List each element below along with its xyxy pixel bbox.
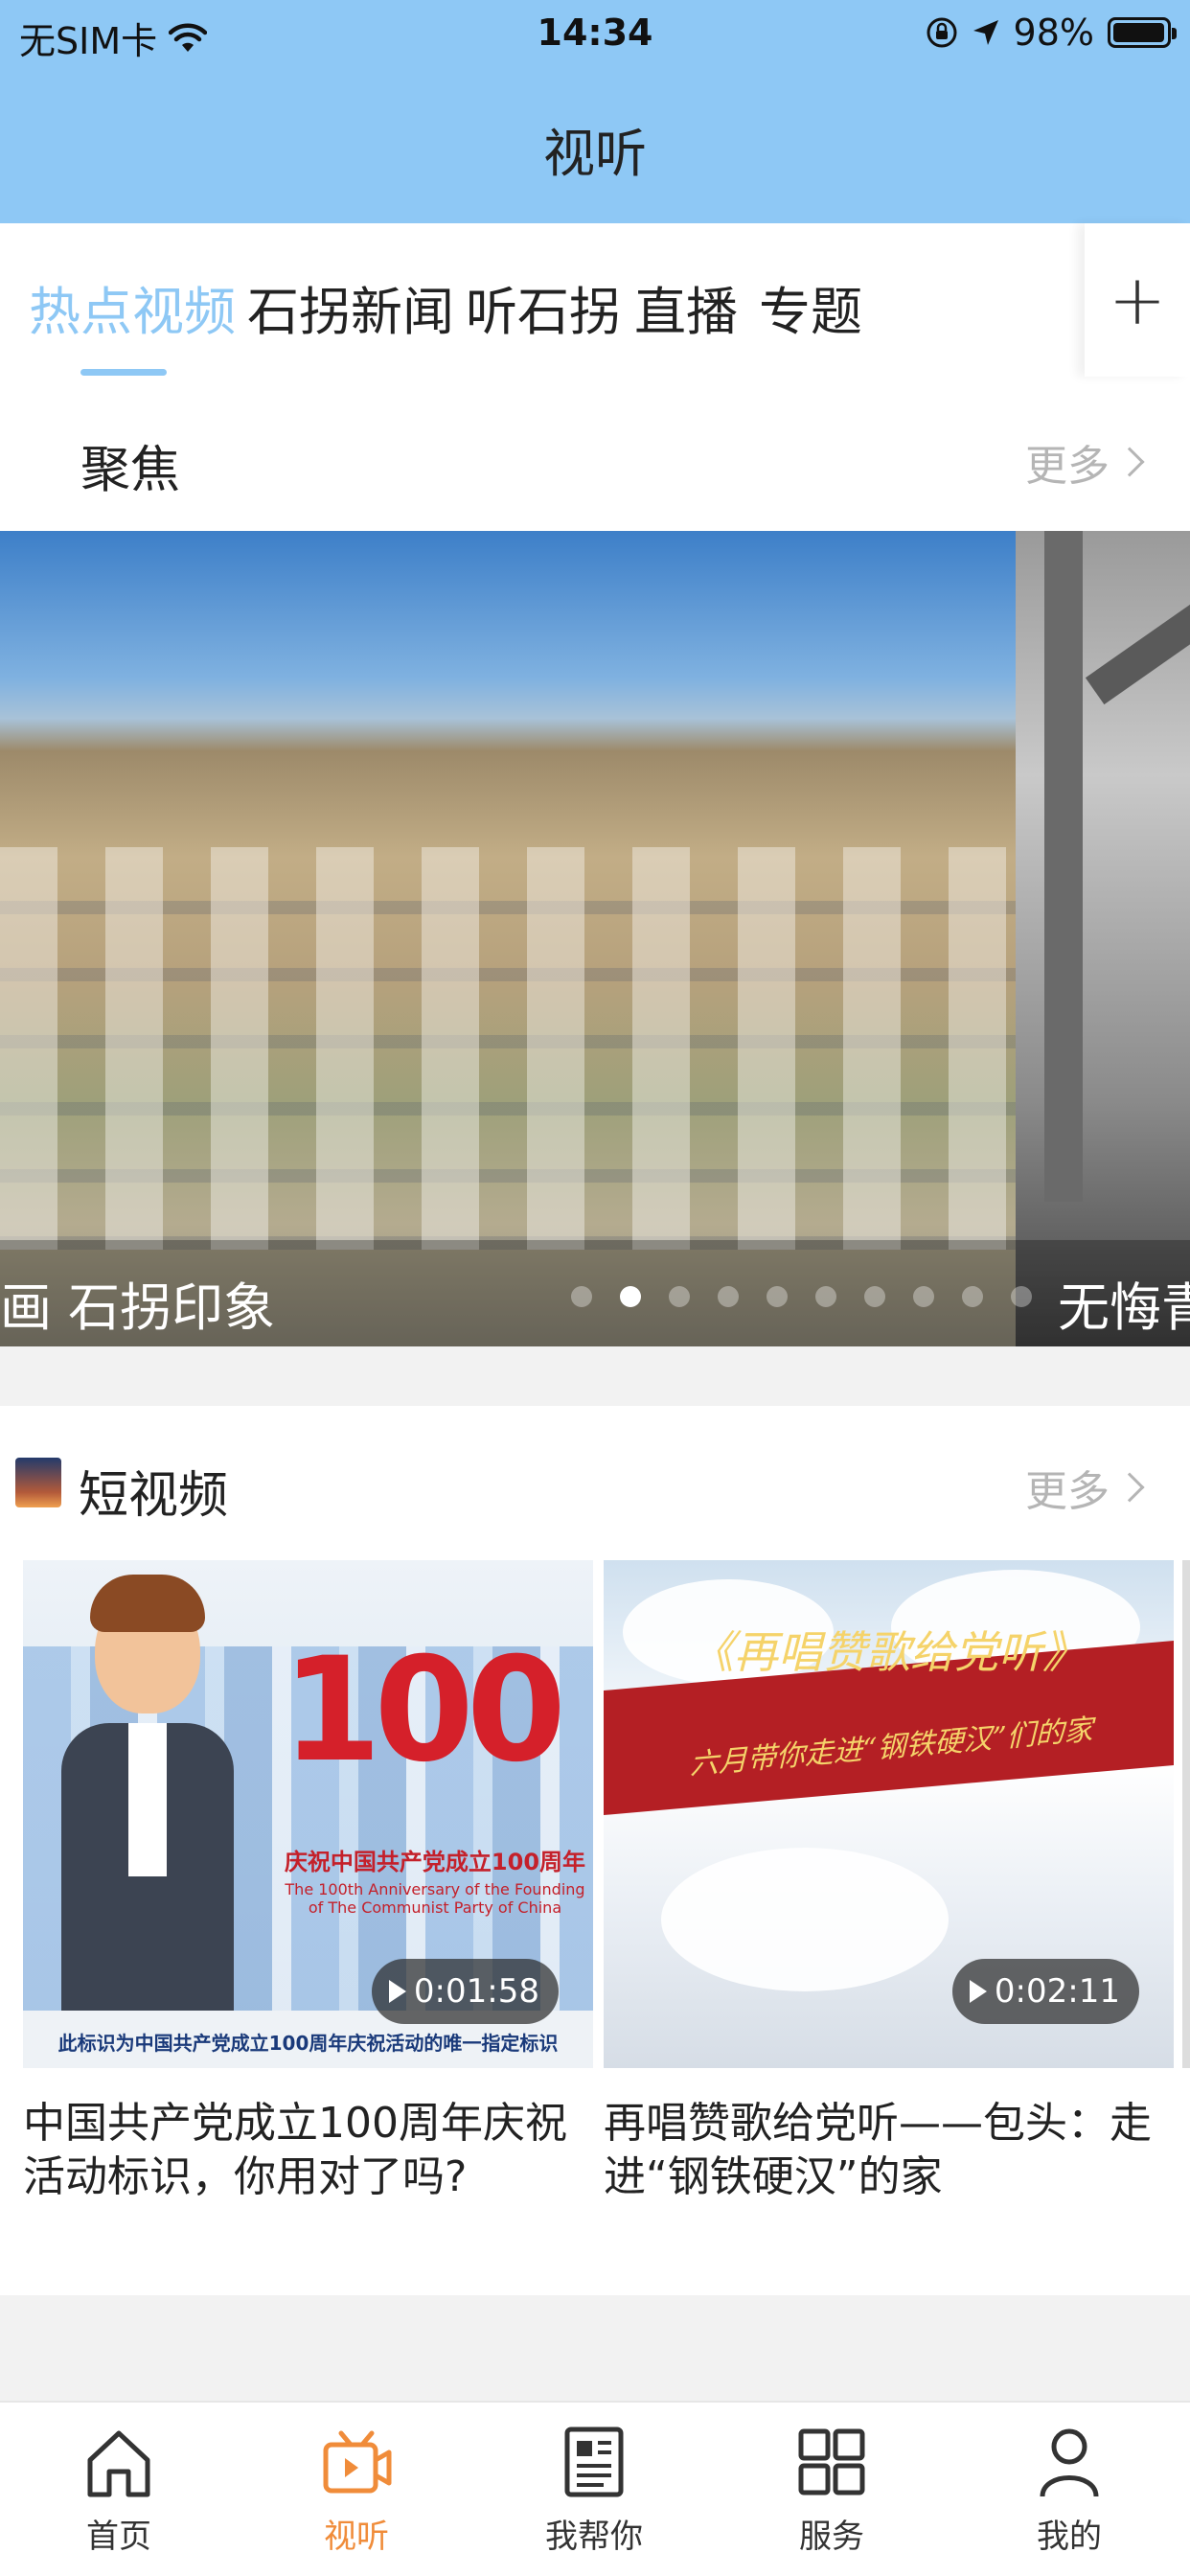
nav-help[interactable]: 我帮你: [517, 2424, 671, 2557]
anniversary-number: 100: [282, 1627, 566, 1794]
focus-more-link[interactable]: 更多: [1025, 431, 1145, 493]
thumb-headline: 《再唱赞歌给党听》: [690, 1626, 1087, 1678]
carousel-slide[interactable]: [0, 531, 1016, 1346]
focus-title: 聚焦: [80, 442, 181, 499]
nav-label: 视听: [324, 2518, 389, 2556]
nav-mine[interactable]: 我的: [993, 2424, 1146, 2557]
rotation-lock-icon: [927, 17, 957, 48]
nav-services[interactable]: 服务: [755, 2424, 908, 2557]
slide-caption: 画 石拐印象: [0, 1277, 276, 1338]
nav-audiovisual[interactable]: 视听: [280, 2424, 433, 2557]
location-arrow-icon: [973, 20, 998, 45]
nav-home[interactable]: 首页: [42, 2424, 195, 2557]
anniversary-title: 庆祝中国共产党成立100周年: [284, 1849, 586, 1875]
play-icon: [388, 1980, 406, 2003]
video-card-partial[interactable]: [1182, 1560, 1190, 2068]
carousel-dot[interactable]: [962, 1286, 983, 1307]
carousel-dot[interactable]: [571, 1286, 592, 1307]
carousel-dot[interactable]: [864, 1286, 885, 1307]
video-card[interactable]: 《再唱赞歌给党听》 六月带你走进“钢铁硬汉”们的家 0:02:11 再唱赞歌给党…: [604, 1560, 1174, 2204]
more-label: 更多: [1025, 1467, 1110, 1516]
video-thumbnail[interactable]: 《再唱赞歌给党听》 六月带你走进“钢铁硬汉”们的家 0:02:11: [604, 1560, 1174, 2068]
short-video-list: 100 庆祝中国共产党成立100周年 The 100th Anniversary…: [0, 1560, 1190, 2288]
cartoon-person: [61, 1570, 234, 2020]
home-icon: [87, 2430, 150, 2497]
status-right: 98%: [926, 12, 1177, 54]
battery-fill: [1113, 23, 1164, 42]
village-image: [0, 847, 1016, 1250]
carousel-dot[interactable]: [767, 1286, 788, 1307]
more-label: 更多: [1025, 442, 1110, 491]
tab-special[interactable]: 专题: [759, 269, 862, 345]
tab-hot-video[interactable]: 热点视频: [29, 269, 236, 345]
carousel-pagination: [571, 1286, 1032, 1307]
bridge-strut: [1085, 600, 1190, 705]
play-icon: [969, 1980, 987, 2003]
tab-listen-shiguai[interactable]: 听石拐: [466, 269, 621, 345]
carousel-dot[interactable]: [718, 1286, 739, 1307]
chevron-right-icon: [1114, 447, 1145, 477]
short-video-section-header: 短视频 更多: [0, 1428, 1190, 1533]
section-thumbnail-icon: [15, 1458, 61, 1507]
video-thumbnail: [1182, 1560, 1190, 2068]
slide-caption-next: 无悔青: [1058, 1277, 1190, 1338]
anniversary-english: The 100th Anniversary of the Founding of…: [285, 1880, 585, 1917]
active-tab-indicator: [80, 369, 167, 376]
add-channel-button[interactable]: +: [1085, 223, 1190, 377]
video-title[interactable]: 中国共产党成立100周年庆祝活动标识，你用对了吗?: [23, 2097, 593, 2204]
duration-text: 0:02:11: [994, 1972, 1120, 2011]
video-duration-badge: 0:02:11: [951, 1959, 1139, 2024]
battery-percent: 98%: [1013, 12, 1094, 54]
plus-icon: +: [1108, 260, 1167, 340]
video-duration-badge: 0:01:58: [371, 1959, 559, 2024]
carousel-dot[interactable]: [620, 1286, 641, 1307]
carousel-dot[interactable]: [815, 1286, 836, 1307]
nav-label: 我的: [1037, 2518, 1102, 2556]
nav-label: 服务: [799, 2518, 864, 2556]
page-title: 视听: [543, 124, 647, 184]
document-icon: [564, 2426, 624, 2497]
top-bar: 无SIM卡 14:34 98% 视听: [0, 0, 1190, 223]
nav-label: 我帮你: [545, 2518, 643, 2556]
carousel-slide-next[interactable]: [1016, 531, 1190, 1346]
video-thumbnail[interactable]: 100 庆祝中国共产党成立100周年 The 100th Anniversary…: [23, 1560, 593, 2068]
tab-shiguai-news[interactable]: 石拐新闻: [247, 269, 454, 345]
channel-tabs: 热点视频 石拐新闻 听石拐 直播 专题 +: [0, 223, 1190, 377]
video-title[interactable]: 再唱赞歌给党听——包头：走进“钢铁硬汉”的家: [604, 2097, 1174, 2204]
nav-label: 首页: [86, 2518, 151, 2556]
chevron-right-icon: [1114, 1472, 1145, 1503]
short-video-more-link[interactable]: 更多: [1025, 1457, 1145, 1518]
bridge-beam: [1044, 531, 1083, 1202]
section-divider: [0, 2295, 1190, 2401]
short-video-title: 短视频: [79, 1467, 229, 1525]
grid-icon: [798, 2428, 865, 2496]
status-bar: 无SIM卡 14:34 98%: [0, 0, 1190, 73]
user-icon: [1040, 2428, 1099, 2497]
tv-icon: [323, 2430, 392, 2494]
bottom-nav: 首页 视听 我帮你 服务 我的: [0, 2401, 1190, 2576]
carousel-dot[interactable]: [669, 1286, 690, 1307]
battery-icon: [1108, 17, 1177, 48]
carousel-dot[interactable]: [913, 1286, 934, 1307]
tab-live[interactable]: 直播: [634, 269, 738, 345]
focus-carousel[interactable]: 画 石拐印象 无悔青: [0, 531, 1190, 1346]
anniversary-headline: 庆祝中国共产党成立100周年 The 100th Anniversary of …: [282, 1843, 588, 1917]
carousel-dot[interactable]: [1011, 1286, 1032, 1307]
video-card[interactable]: 100 庆祝中国共产党成立100周年 The 100th Anniversary…: [23, 1560, 593, 2204]
duration-text: 0:01:58: [413, 1972, 539, 2011]
section-divider: [0, 1346, 1190, 1406]
focus-section-header: 聚焦 更多: [0, 402, 1190, 508]
